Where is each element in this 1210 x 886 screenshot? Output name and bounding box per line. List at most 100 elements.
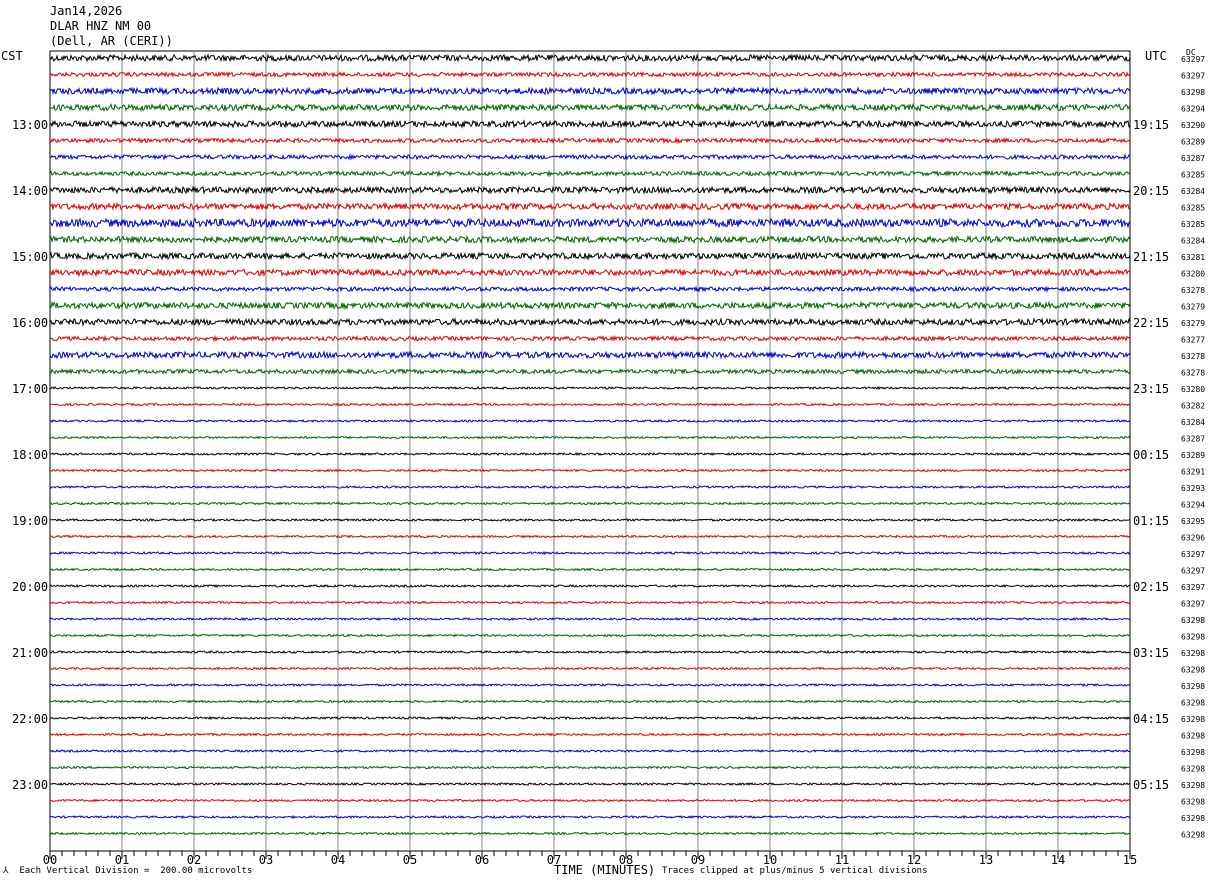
x-tick-label: 04 [331,853,345,867]
dc-offset-label: 63294 [1181,501,1205,510]
seismic-trace [49,285,1131,293]
utc-hour-label: 05:15 [1133,778,1169,792]
x-tick-label: 06 [475,853,489,867]
dc-offset-label: 63297 [1181,567,1205,576]
utc-hour-label: 23:15 [1133,382,1169,396]
dc-offset-label: 63278 [1181,286,1205,295]
seismic-trace [49,234,1131,245]
x-tick-label: 13 [979,853,993,867]
x-tick-label: 01 [115,853,129,867]
seismic-trace [49,251,1131,261]
x-tick-label: 12 [907,853,921,867]
dc-offset-label: 63293 [1181,484,1205,493]
seismic-trace [49,136,1131,145]
seismic-trace [49,814,1131,820]
cst-hour-label: 20:00 [12,580,48,594]
dc-offset-label: 63298 [1181,649,1205,658]
seismic-trace [49,782,1131,786]
dc-offset-label: 63287 [1181,435,1205,444]
dc-offset-label: 63296 [1181,534,1205,543]
dc-offset-label: 63284 [1181,237,1205,246]
dc-offset-label: 63298 [1181,633,1205,642]
dc-offset-label: 63298 [1181,616,1205,625]
dc-offset-label: 63278 [1181,369,1205,378]
seismic-trace [49,765,1131,770]
dc-offset-label: 63298 [1181,781,1205,790]
dc-offset-label: 63298 [1181,814,1205,823]
dc-offset-label: 63298 [1181,732,1205,741]
utc-hour-label: 20:15 [1133,184,1169,198]
seismic-trace [49,153,1131,161]
utc-hour-label: 21:15 [1133,250,1169,264]
utc-hour-label: 19:15 [1133,118,1169,132]
seismic-trace [49,317,1131,327]
x-tick-label: 02 [187,853,201,867]
dc-offset-label: 63297 [1181,55,1205,64]
seismic-trace [49,600,1131,605]
seismic-trace [49,402,1131,407]
seismic-trace [49,550,1131,556]
utc-hour-label: 04:15 [1133,712,1169,726]
x-axis-title: TIME (MINUTES) [554,863,656,877]
seismic-trace [49,350,1131,360]
seismic-trace [49,367,1131,376]
dc-offset-label: 63297 [1181,72,1205,81]
dc-offset-label: 63285 [1181,220,1205,229]
cst-hour-label: 22:00 [12,712,48,726]
seismic-trace [49,831,1131,836]
seismic-trace [49,86,1131,96]
dc-offset-label: 63284 [1181,418,1205,427]
seismic-trace [49,418,1131,424]
dc-offset-label: 63281 [1181,253,1205,262]
seismic-trace [49,334,1131,343]
seismic-trace [49,267,1131,278]
dc-offset-label: 63287 [1181,154,1205,163]
x-tick-label: 05 [403,853,417,867]
seismic-trace [49,201,1131,212]
utc-hour-label: 22:15 [1133,316,1169,330]
cst-hour-label: 19:00 [12,514,48,528]
seismic-trace [49,102,1131,113]
dc-offset-label: 63289 [1181,138,1205,147]
seismic-trace [49,300,1131,311]
dc-offset-label: 63285 [1181,204,1205,213]
seismic-trace [49,749,1131,753]
seismic-trace [49,452,1131,457]
scale-note-text: Each Vertical Division = 200.00 microvol… [19,866,253,876]
seismic-trace [49,70,1131,79]
cst-hour-label: 15:00 [12,250,48,264]
utc-hour-label: 01:15 [1133,514,1169,528]
cst-hour-label: 17:00 [12,382,48,396]
dc-offset-label: 63297 [1181,550,1205,559]
cst-hour-label: 14:00 [12,184,48,198]
dc-offset-label: 63298 [1181,682,1205,691]
seismic-trace [49,732,1131,737]
x-tick-label: 09 [691,853,705,867]
cst-hour-label: 16:00 [12,316,48,330]
x-tick-label: 03 [259,853,273,867]
dc-offset-label: 63289 [1181,451,1205,460]
x-tick-label: 00 [43,853,57,867]
dc-offset-label: 63282 [1181,402,1205,411]
seismic-trace [49,715,1131,721]
cst-hour-label: 18:00 [12,448,48,462]
seismic-trace [49,583,1131,589]
seismic-trace [49,385,1131,391]
dc-offset-label: 63280 [1181,385,1205,394]
dc-offset-label: 63277 [1181,336,1205,345]
dc-offset-label: 63295 [1181,517,1205,526]
dc-offset-label: 63298 [1181,798,1205,807]
seismic-trace [49,119,1131,129]
seismic-trace [49,699,1131,704]
dc-offset-label: 63279 [1181,303,1205,312]
seismic-trace [50,798,1131,803]
seismic-trace [49,169,1131,178]
seismic-trace [49,682,1131,688]
utc-hour-label: 00:15 [1133,448,1169,462]
dc-offset-label: 63298 [1181,699,1205,708]
scale-note: ⅄ Each Vertical Division = 200.00 microv… [3,866,253,876]
dc-offset-label: 63279 [1181,319,1205,328]
seismic-trace [49,53,1131,63]
dc-offset-label: 63297 [1181,600,1205,609]
dc-offset-label: 63298 [1181,748,1205,757]
